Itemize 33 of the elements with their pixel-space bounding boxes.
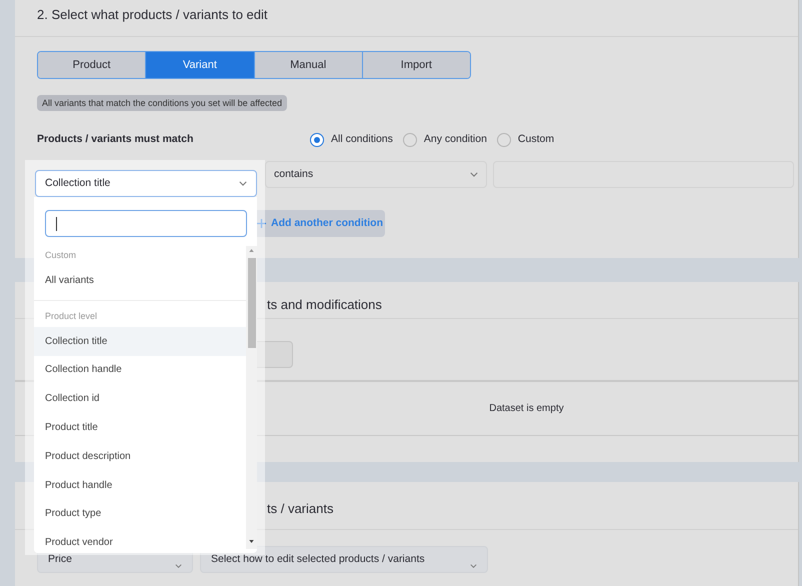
- radio-option[interactable]: All conditions: [310, 132, 393, 148]
- section-title: 2. Select what products / variants to edit: [37, 6, 268, 24]
- operator-select[interactable]: contains: [265, 161, 487, 188]
- search-input[interactable]: [45, 210, 247, 237]
- action-select[interactable]: Select how to edit selected products / variants: [200, 546, 488, 573]
- tab[interactable]: Variant: [145, 52, 254, 78]
- radio-button[interactable]: [496, 133, 511, 147]
- text-cursor: [56, 216, 57, 230]
- scroll-down-icon[interactable]: [249, 540, 254, 543]
- match-label: Products / variants must match: [37, 132, 194, 148]
- chevron-down-icon: [470, 564, 477, 568]
- empty-message: Dataset is empty: [489, 402, 564, 416]
- scrollbar[interactable]: [246, 246, 257, 549]
- tab[interactable]: Manual: [254, 52, 362, 78]
- section-title: ts / variants: [267, 500, 334, 518]
- radio-button[interactable]: [310, 133, 324, 147]
- tab[interactable]: Import: [362, 52, 470, 78]
- info-badge: All variants that match the conditions you set will be affected: [37, 95, 287, 111]
- tab[interactable]: Product: [38, 52, 146, 78]
- chevron-down-icon: [239, 181, 247, 186]
- menu-item[interactable]: Collection title: [34, 326, 246, 356]
- section-title: ts and modifications: [267, 296, 382, 314]
- group-header: Custom: [44, 249, 78, 262]
- radio-option[interactable]: Any condition: [402, 132, 487, 148]
- scroll-up-icon[interactable]: [249, 249, 254, 252]
- chevron-down-icon: [175, 564, 182, 568]
- plus-icon: [257, 219, 266, 228]
- radio-option[interactable]: Custom: [496, 132, 554, 148]
- radio-button[interactable]: [402, 133, 417, 147]
- field-select[interactable]: Collection title: [35, 170, 257, 197]
- group-header: Product level: [44, 310, 98, 324]
- chevron-down-icon: [470, 172, 478, 177]
- scrollbar-thumb[interactable]: [248, 258, 256, 348]
